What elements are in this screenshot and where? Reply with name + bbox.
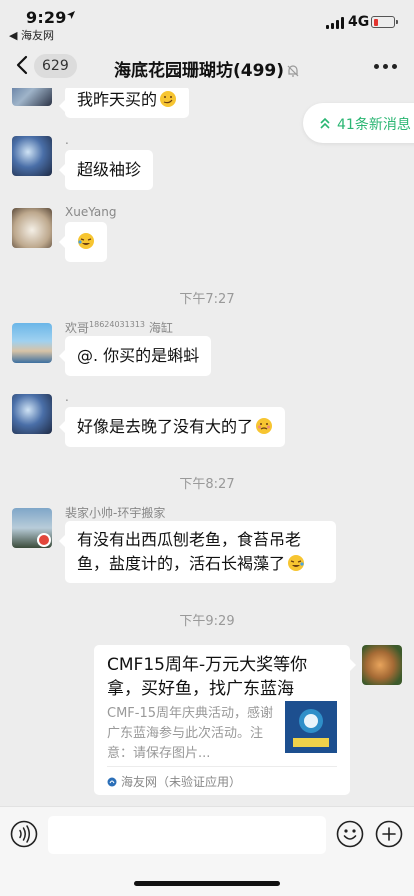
new-messages-label: 41条新消息: [337, 117, 411, 133]
avatar[interactable]: [12, 208, 52, 248]
timestamp: 下午8:27: [179, 477, 235, 492]
my-avatar[interactable]: [362, 645, 402, 685]
blushing-emoji-icon: [256, 418, 273, 434]
message-list[interactable]: 我昨天买的 41条新消息 . 超级袖珍 XueYang 下午7:27 欢哥186…: [0, 88, 414, 806]
link-card[interactable]: CMF15周年-万元大奖等你拿，买好鱼，找广东蓝海 CMF-15周年庆典活动，感…: [94, 645, 356, 795]
more-functions-plus-icon[interactable]: [375, 820, 403, 848]
avatar[interactable]: [12, 508, 52, 548]
sender-name: XueYang: [65, 205, 117, 219]
home-indicator[interactable]: [134, 881, 280, 886]
cell-signal-icon: [326, 17, 344, 29]
back-to-app-link[interactable]: ◀ 海友网: [9, 27, 54, 43]
link-card-title: CMF15周年-万元大奖等你拿，买好鱼，找广东蓝海: [107, 655, 308, 699]
sender-name: 裴家小帅-环宇搬家: [65, 506, 166, 520]
red-badge-icon: [37, 533, 51, 547]
location-arrow-icon: [67, 11, 75, 19]
message-bubble[interactable]: 超级袖珍: [58, 150, 154, 190]
link-card-thumbnail: [285, 701, 337, 753]
avatar[interactable]: [12, 394, 52, 434]
more-options-icon[interactable]: [374, 64, 398, 70]
network-type: 4G: [348, 14, 370, 30]
avatar[interactable]: [12, 136, 52, 176]
message-bubble[interactable]: [59, 222, 107, 262]
smirk-emoji-icon: [160, 91, 177, 107]
avatar[interactable]: [12, 88, 52, 106]
status-time: 9:29: [26, 8, 67, 27]
message-bubble[interactable]: @. 你买的是蝌蚪: [58, 336, 212, 376]
chat-title: 海底花园珊瑚坊(499): [0, 56, 414, 81]
avatar[interactable]: [12, 323, 52, 363]
message-bubble[interactable]: 好像是去晚了没有大的了: [58, 407, 286, 447]
mute-bell-icon: [287, 65, 299, 77]
link-card-source: 海友网（未验证应用）: [107, 773, 241, 790]
sender-name: .: [65, 390, 69, 404]
sender-name: .: [65, 133, 69, 147]
crying-laughing-emoji-icon: [78, 233, 94, 249]
message-bubble[interactable]: 我昨天买的: [58, 88, 190, 118]
message-bubble[interactable]: 有没有出西瓜刨老鱼，食苔吊老 鱼，盐度计的，活石长褐藻了: [59, 521, 336, 583]
status-bar: 9:29 ◀ 海友网 4G: [0, 0, 414, 44]
message-input[interactable]: [48, 816, 326, 854]
timestamp: 下午7:27: [179, 292, 235, 307]
new-messages-button[interactable]: 41条新消息: [303, 103, 414, 143]
link-card-description: CMF-15周年庆典活动，感谢广东蓝海参与此次活动。注意：请保存图片...: [107, 706, 274, 761]
event-poster-image: [285, 701, 337, 753]
double-chevron-up-icon: [320, 117, 330, 129]
voice-input-icon[interactable]: [10, 820, 38, 848]
emoji-picker-icon[interactable]: [336, 820, 364, 848]
group-name: 海底花园珊瑚坊(499): [113, 61, 285, 81]
chat-header: 629 海底花园珊瑚坊(499): [0, 44, 414, 88]
timestamp: 下午9:29: [179, 614, 235, 629]
sender-name: 欢哥18624031313 海缸: [65, 320, 173, 335]
battery-icon: [371, 16, 398, 28]
crying-laughing-emoji-icon: [288, 555, 305, 571]
app-logo-icon: [107, 777, 117, 787]
